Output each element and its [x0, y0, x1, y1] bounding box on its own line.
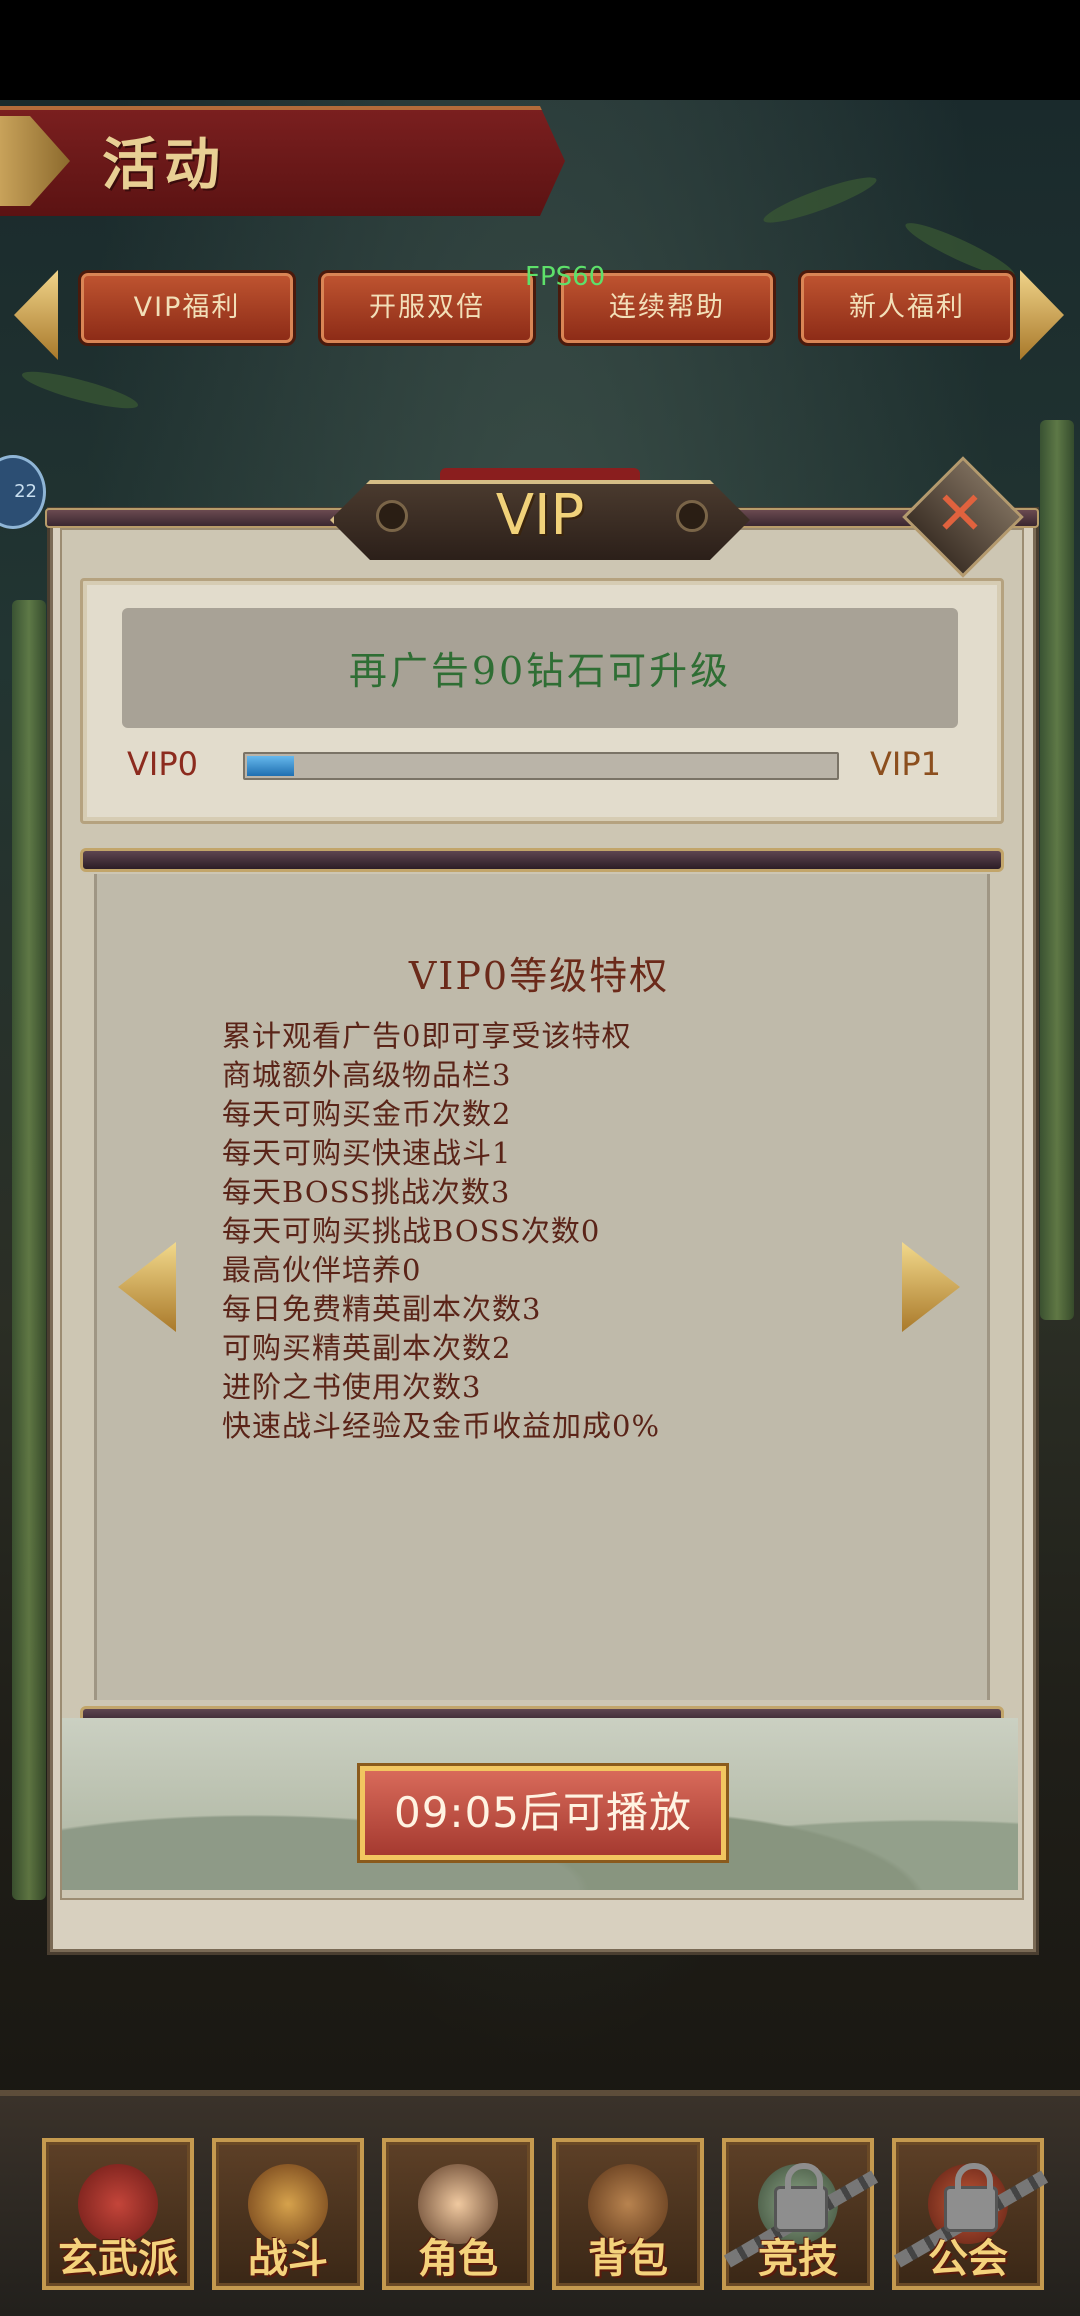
privilege-item: 累计观看广告0即可享受该特权	[222, 1019, 632, 1053]
fps-counter: FPS60	[525, 262, 606, 292]
privilege-item: 每天可购买快速战斗1	[222, 1136, 512, 1170]
activity-header-banner	[0, 106, 565, 216]
tab-vip-welfare[interactable]: VIP福利	[78, 270, 296, 346]
page-title: 活动	[102, 132, 226, 198]
next-vip-level: VIP1	[870, 745, 941, 783]
current-vip-level: VIP0	[127, 745, 198, 783]
privilege-item: 每天BOSS挑战次数3	[222, 1175, 511, 1209]
nav-label: 竞技	[758, 2235, 838, 2282]
nav-label: 公会	[928, 2235, 1008, 2282]
tab-newbie-welfare[interactable]: 新人福利	[798, 270, 1016, 346]
privilege-item: 进阶之书使用次数3	[222, 1370, 482, 1404]
nav-character[interactable]: 角色	[382, 2138, 534, 2290]
nav-label: 玄武派	[58, 2235, 178, 2282]
level-privilege-title: VIP0等级特权	[408, 954, 670, 998]
nav-sect[interactable]: 玄武派	[42, 2138, 194, 2290]
tab-server-double[interactable]: 开服双倍	[318, 270, 536, 346]
vip-progress-bar	[243, 752, 839, 780]
watch-ad-button[interactable]: 09:05后可播放	[360, 1766, 726, 1860]
nav-battle[interactable]: 战斗	[212, 2138, 364, 2290]
privilege-item: 可购买精英副本次数2	[222, 1331, 512, 1365]
vip-progress-fill	[247, 756, 295, 776]
privilege-item: 快速战斗经验及金币收益加成0%	[222, 1409, 661, 1443]
nav-arena[interactable]: 竞技	[722, 2138, 879, 2290]
bamboo-stalk	[1040, 420, 1074, 1320]
privilege-item: 每天可购买金币次数2	[222, 1097, 512, 1131]
privilege-item: 最高伙伴培养0	[222, 1253, 422, 1287]
nav-guild[interactable]: 公会	[892, 2138, 1049, 2290]
privilege-item: 每天可购买挑战BOSS次数0	[222, 1214, 601, 1248]
privilege-list: 累计观看广告0即可享受该特权 商城额外高级物品栏3 每天可购买金币次数2 每天可…	[222, 1017, 660, 1446]
dialog-title: VIP	[495, 483, 585, 548]
privilege-item: 商城额外高级物品栏3	[222, 1058, 512, 1092]
nav-label: 背包	[588, 2235, 668, 2282]
scroll-top-rod	[80, 848, 1004, 872]
close-icon[interactable]: ✕	[920, 474, 1000, 554]
nav-backpack[interactable]: 背包	[552, 2138, 704, 2290]
nav-label: 战斗	[248, 2235, 328, 2282]
upgrade-message: 再广告90钻石可升级	[348, 649, 732, 693]
privilege-item: 每日免费精英副本次数3	[222, 1292, 542, 1326]
nav-label: 角色	[418, 2235, 498, 2282]
bamboo-stalk	[12, 600, 46, 1900]
